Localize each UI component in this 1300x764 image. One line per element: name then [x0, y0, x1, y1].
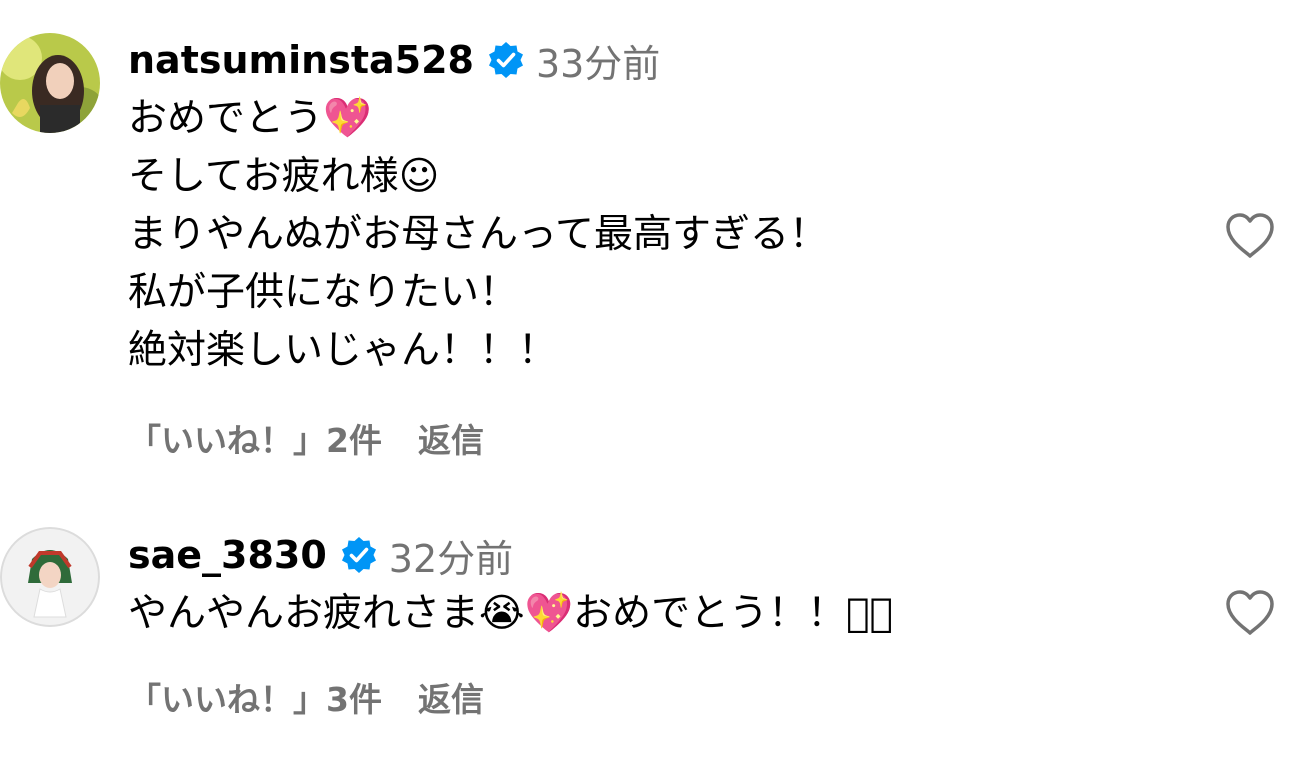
reply-button[interactable]: 返信: [418, 414, 484, 462]
like-count-link[interactable]: 「いいね！」3件: [128, 673, 382, 721]
heart-outline-icon[interactable]: [1224, 589, 1276, 637]
verified-badge-icon: [339, 535, 379, 575]
comment-text: やんやんお疲れさま😭💖おめでとう！！􀀀􀀀: [128, 591, 893, 636]
verified-badge-icon: [486, 40, 526, 80]
avatar[interactable]: [0, 527, 100, 627]
reply-button[interactable]: 返信: [418, 673, 484, 721]
comment-timestamp: 33分前: [535, 41, 661, 86]
comment-item: natsuminsta528 33分前 おめでとう💖 そしてお疲れ様☺ まりやん…: [0, 30, 1300, 460]
comment-username[interactable]: sae_3830: [128, 533, 327, 577]
comment-timestamp: 32分前: [388, 536, 514, 581]
like-count-link[interactable]: 「いいね！」2件: [128, 414, 382, 462]
avatar[interactable]: [0, 33, 100, 133]
heart-outline-icon[interactable]: [1224, 212, 1276, 260]
comment-username[interactable]: natsuminsta528: [128, 38, 474, 82]
comment-text: おめでとう💖 そしてお疲れ様☺ まりやんぬがお母さんって最高すぎる！ 私が子供に…: [128, 96, 829, 373]
comment-item: sae_3830 32分前 やんやんお疲れさま😭💖おめでとう！！􀀀􀀀 「いいね！…: [0, 525, 1300, 745]
